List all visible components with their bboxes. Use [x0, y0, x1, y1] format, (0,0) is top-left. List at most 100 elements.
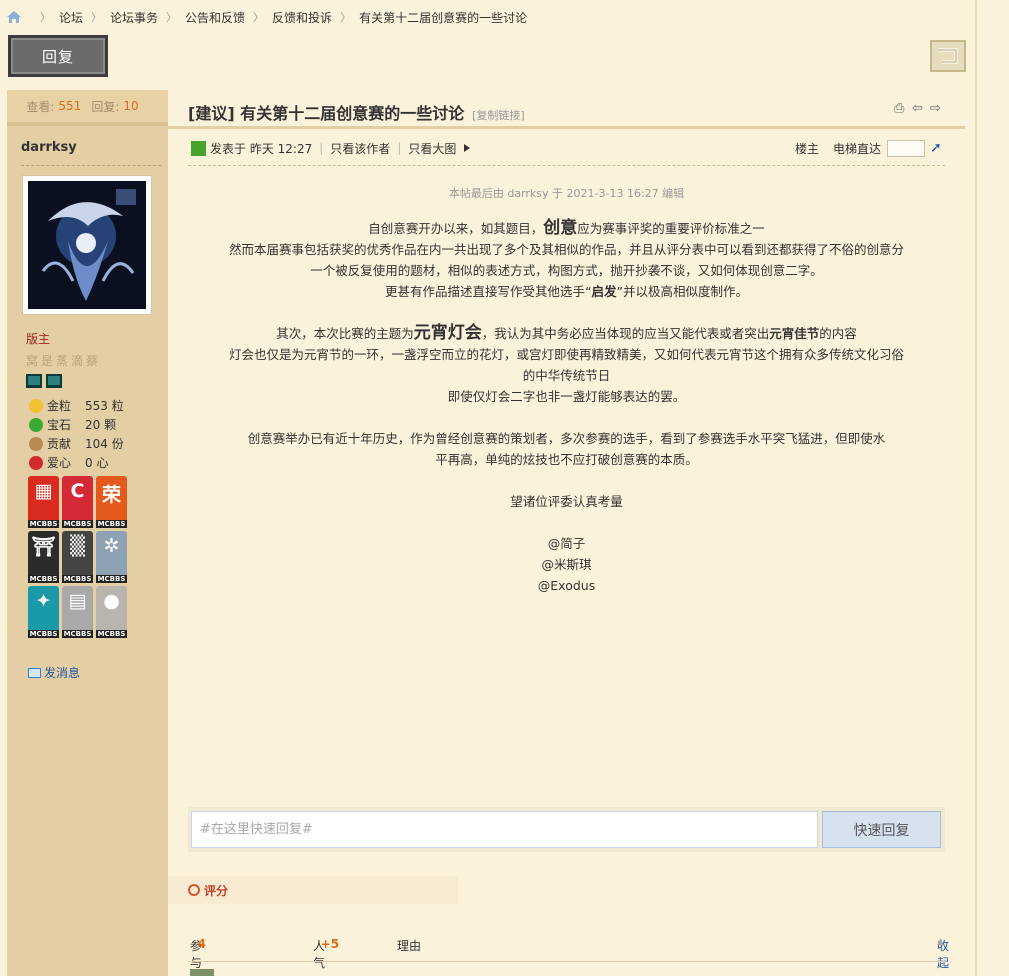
- only-author-link[interactable]: 只看该作者: [330, 140, 390, 157]
- go-icon[interactable]: ➚: [930, 141, 944, 155]
- divider: [21, 165, 161, 166]
- popularity: 人气 +5: [313, 937, 340, 970]
- forum-badge[interactable]: ▤ MCBBS: [62, 586, 93, 638]
- paragraph: 创意赛举办已有近十年历史，作为曾经创意赛的策划者，多次参赛的选手，看到了参赛选手…: [247, 431, 886, 446]
- posted-label: 发表于: [210, 141, 247, 156]
- big-image-link[interactable]: 只看大图: [408, 140, 456, 157]
- author-name[interactable]: darrksy: [21, 140, 77, 155]
- next-thread-icon[interactable]: ⇨: [930, 102, 944, 116]
- post-content: 本帖最后由 darrksy 于 2021-3-13 16:27 编辑 自创意赛开…: [188, 183, 945, 596]
- replies-count: 10: [123, 99, 139, 113]
- paragraph: 的中华传统节日: [522, 368, 611, 383]
- cookie-icon: [29, 436, 43, 451]
- emerald-icon: [29, 417, 43, 432]
- paragraph: 更甚有作品描述直接写作受其他选手“启发”并以极高相似度制作。: [385, 284, 748, 299]
- views-count: 551: [58, 99, 82, 113]
- mention[interactable]: @米斯琪: [188, 554, 945, 575]
- mention[interactable]: @Exodus: [188, 575, 945, 596]
- rating-columns: 参与人数 4 人气 +5 理由 收起 ▲: [190, 937, 950, 976]
- quick-reply-button[interactable]: 快速回复: [822, 811, 941, 848]
- breadcrumb-forum-affairs[interactable]: 论坛事务: [110, 9, 158, 26]
- print-icon[interactable]: ⎙: [894, 102, 908, 116]
- mention[interactable]: @简子: [188, 533, 945, 554]
- badge-icon: ▒: [70, 535, 85, 557]
- thread-stats: 查看: 551 回复: 10: [7, 90, 168, 126]
- views-label: 查看:: [26, 99, 55, 114]
- paragraph: 即使仅灯会二字也非一盏灯能够表达的罢。: [447, 389, 686, 404]
- replies-label: 回复:: [91, 99, 120, 114]
- badge-icon: C: [70, 480, 85, 502]
- breadcrumb-feedback[interactable]: 反馈和投诉: [272, 9, 332, 26]
- diamond-helmet-icon: [26, 374, 42, 388]
- chevron-right-icon: 〉: [40, 11, 51, 24]
- forum-badge[interactable]: ✲ MCBBS: [96, 531, 127, 583]
- thread-title: [建议] 有关第十二届创意赛的一些讨论: [188, 104, 464, 123]
- stat-gold: 金粒 553 粒: [29, 396, 124, 415]
- quick-reply-input[interactable]: [191, 811, 818, 848]
- badge-tag: MCBBS: [96, 630, 127, 638]
- send-message-link[interactable]: 发消息: [28, 664, 80, 681]
- return-list-icon[interactable]: [930, 40, 966, 72]
- posted-time: 昨天 12:27: [249, 141, 313, 156]
- forum-badge[interactable]: C MCBBS: [62, 476, 93, 528]
- stat-love: 爱心 0 心: [29, 453, 124, 472]
- page-edge: [975, 0, 977, 976]
- badge-tag: MCBBS: [62, 520, 93, 528]
- rater-avatar[interactable]: [190, 969, 214, 976]
- paragraph: 其次，本次比赛的主题为元宵灯会，我认为其中务必应当体现的应当又能代表或者突出元宵…: [276, 323, 857, 343]
- user-stats: 金粒 553 粒 宝石 20 颗 贡献 104 份 爱心 0 心: [29, 396, 124, 472]
- post-meta: 发表于 昨天 12:27 | 只看该作者 | 只看大图 楼主 电梯直达 ➚: [191, 137, 944, 159]
- badge-tag: MCBBS: [28, 630, 59, 638]
- thread-prefix[interactable]: [建议]: [188, 104, 235, 123]
- forum-badge[interactable]: 荣 MCBBS: [96, 476, 127, 528]
- creeper-icon: [191, 140, 206, 156]
- jump-label: 电梯直达: [832, 141, 881, 156]
- badge-tag: MCBBS: [96, 575, 127, 583]
- paragraph: 平再高，单纯的炫技也不应打破创意赛的本质。: [435, 452, 698, 467]
- forum-badge[interactable]: ✦ MCBBS: [28, 586, 59, 638]
- triangle-right-icon[interactable]: [464, 144, 471, 152]
- rating-icon: [188, 884, 200, 896]
- copy-link[interactable]: [复制链接]: [472, 109, 525, 122]
- badge-icon: ✲: [103, 535, 120, 557]
- diamond-helmet-icon: [46, 374, 62, 388]
- mail-icon: [28, 667, 41, 678]
- jump-floor-input[interactable]: [887, 139, 925, 157]
- user-title: 窝是蒸滴蔡: [26, 354, 102, 368]
- badge-icon: ▤: [68, 590, 87, 612]
- send-message-label: 发消息: [44, 666, 81, 680]
- paragraph: 望诸位评委认真考量: [510, 494, 623, 509]
- badge-icon: ●: [103, 590, 120, 612]
- badge-tag: MCBBS: [28, 575, 59, 583]
- medal-icons: [26, 374, 62, 388]
- title-tools: ⎙ ⇦ ⇨: [894, 102, 944, 116]
- forum-badge[interactable]: ⛩ MCBBS: [28, 531, 59, 583]
- breadcrumb-announcements[interactable]: 公告和反馈: [185, 9, 245, 26]
- rating-header: 评分: [168, 876, 458, 904]
- chevron-right-icon: 〉: [340, 11, 352, 24]
- forum-badge[interactable]: ● MCBBS: [96, 586, 127, 638]
- thread-title-bar: [建议] 有关第十二届创意赛的一些讨论 [复制链接] ⎙ ⇦ ⇨: [188, 100, 944, 126]
- stat-contribution: 贡献 104 份: [29, 434, 124, 453]
- reply-button[interactable]: 回复: [8, 35, 108, 77]
- badge-tag: MCBBS: [62, 630, 93, 638]
- forum-badge[interactable]: ▦ MCBBS: [28, 476, 59, 528]
- breadcrumb-forum[interactable]: 论坛: [59, 9, 83, 26]
- avatar-image: [28, 181, 146, 309]
- forum-badge[interactable]: ▒ MCBBS: [62, 531, 93, 583]
- avatar[interactable]: [22, 175, 152, 315]
- edit-note: 本帖最后由 darrksy 于 2021-3-13 16:27 编辑: [448, 187, 685, 200]
- badge-grid: ▦ MCBBS C MCBBS 荣 MCBBS ⛩ MCBBS ▒ MCBBS ✲ MCBBS ✦ MCB…: [28, 476, 129, 641]
- reason-label: 理由: [397, 939, 422, 953]
- gold-nugget-icon: [29, 398, 43, 413]
- home-icon[interactable]: [6, 10, 22, 24]
- stat-gem: 宝石 20 颗: [29, 415, 124, 434]
- prev-thread-icon[interactable]: ⇦: [912, 102, 926, 116]
- participants: 参与人数 4: [190, 937, 206, 976]
- badge-tag: MCBBS: [96, 520, 127, 528]
- apple-icon: [29, 455, 43, 470]
- floor-label: 楼主: [794, 141, 819, 156]
- chevron-right-icon: 〉: [166, 11, 178, 24]
- breadcrumb-current[interactable]: 有关第十二届创意赛的一些讨论: [359, 9, 527, 26]
- badge-tag: MCBBS: [62, 575, 93, 583]
